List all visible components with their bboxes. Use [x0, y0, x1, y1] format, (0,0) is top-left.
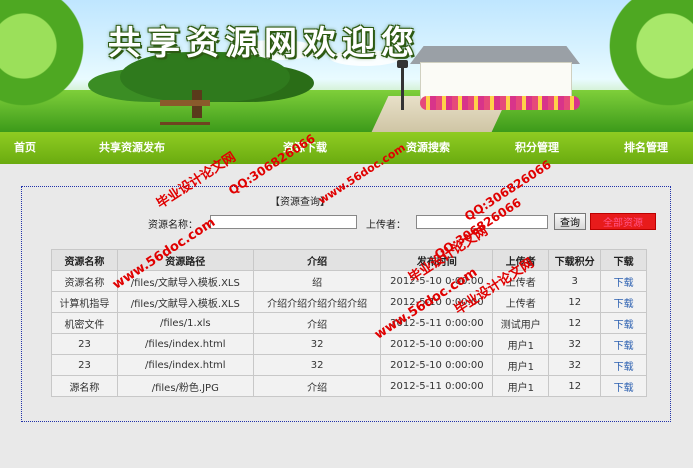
leaf-icon: [603, 0, 693, 130]
lawn: [0, 90, 693, 132]
header-banner: 共享资源网欢迎您: [0, 0, 693, 132]
table-row: 23 /files/index.html 32 2012-5-10 0:00:0…: [51, 354, 647, 376]
download-link[interactable]: 下载: [614, 362, 634, 373]
cell-name: 源名称: [51, 375, 118, 397]
cell-name: 机密文件: [51, 312, 118, 334]
cell-intro: 绍: [252, 270, 382, 292]
nav-home[interactable]: 首页: [14, 132, 36, 164]
nav-ranking[interactable]: 排名管理: [624, 132, 668, 164]
cell-uploader: 用户1: [492, 354, 550, 376]
query-button[interactable]: 查询: [554, 213, 586, 230]
cell-intro: 介绍: [252, 312, 382, 334]
download-link[interactable]: 下载: [614, 278, 634, 289]
lamp-post: [401, 66, 404, 110]
cell-points: 12: [548, 312, 602, 334]
bench-icon: [160, 100, 210, 125]
table-row: 计算机指导 /files/文献导入模板.XLS 介绍介绍介绍介绍介绍 2012-…: [51, 291, 647, 313]
site-title: 共享资源网欢迎您: [108, 23, 420, 62]
col-header-points: 下载积分: [548, 249, 602, 271]
cell-path: /files/index.html: [116, 354, 254, 376]
table-row: 源名称 /files/粉色.JPG 介绍 2012-5-11 0:00:00 用…: [51, 375, 647, 397]
flowerbed: [420, 96, 580, 110]
cell-name: 资源名称: [51, 270, 118, 292]
cell-points: 12: [548, 375, 602, 397]
cell-points: 32: [548, 333, 602, 355]
cell-download: 下载: [600, 270, 647, 292]
cell-intro: 介绍介绍介绍介绍介绍: [252, 291, 382, 313]
download-link[interactable]: 下载: [614, 299, 634, 310]
cell-name: 计算机指导: [51, 291, 118, 313]
cell-time: 2012-5-11 0:00:00: [380, 375, 494, 397]
leaf-icon: [0, 0, 90, 130]
cell-download: 下载: [600, 375, 647, 397]
table-row: 机密文件 /files/1.xls 介绍 2012-5-11 0:00:00 测…: [51, 312, 647, 334]
cell-time: 2012-5-10 0:00:00: [380, 333, 494, 355]
cell-path: /files/index.html: [116, 333, 254, 355]
cell-name: 23: [51, 354, 118, 376]
download-link[interactable]: 下载: [614, 320, 634, 331]
col-header-name: 资源名称: [51, 249, 118, 271]
cell-intro: 32: [252, 354, 382, 376]
col-header-download: 下载: [600, 249, 647, 271]
main-nav: 首页 共享资源发布 资源下载 资源搜索 积分管理 排名管理: [0, 132, 693, 164]
cell-uploader: 上传者: [492, 291, 550, 313]
cell-path: /files/粉色.JPG: [116, 375, 254, 397]
table-row: 23 /files/index.html 32 2012-5-10 0:00:0…: [51, 333, 647, 355]
nav-points[interactable]: 积分管理: [515, 132, 559, 164]
resource-name-input[interactable]: [210, 215, 357, 229]
cell-intro: 介绍: [252, 375, 382, 397]
cell-points: 12: [548, 291, 602, 313]
download-link[interactable]: 下载: [614, 341, 634, 352]
col-header-intro: 介绍: [252, 249, 382, 271]
cell-path: /files/1.xls: [116, 312, 254, 334]
all-resources-button[interactable]: 全部资源: [590, 213, 656, 230]
cell-uploader: 测试用户: [492, 312, 550, 334]
cell-download: 下载: [600, 291, 647, 313]
cell-download: 下载: [600, 333, 647, 355]
cell-points: 32: [548, 354, 602, 376]
cell-download: 下载: [600, 354, 647, 376]
cell-path: /files/文献导入模板.XLS: [116, 291, 254, 313]
cell-uploader: 用户1: [492, 375, 550, 397]
cell-points: 3: [548, 270, 602, 292]
nav-search[interactable]: 资源搜索: [406, 132, 450, 164]
cell-intro: 32: [252, 333, 382, 355]
nav-publish[interactable]: 共享资源发布: [99, 132, 165, 164]
download-link[interactable]: 下载: [614, 383, 634, 394]
uploader-label: 上传者：: [366, 220, 406, 231]
cell-time: 2012-5-10 0:00:00: [380, 354, 494, 376]
cell-download: 下载: [600, 312, 647, 334]
cell-uploader: 用户1: [492, 333, 550, 355]
cell-name: 23: [51, 333, 118, 355]
